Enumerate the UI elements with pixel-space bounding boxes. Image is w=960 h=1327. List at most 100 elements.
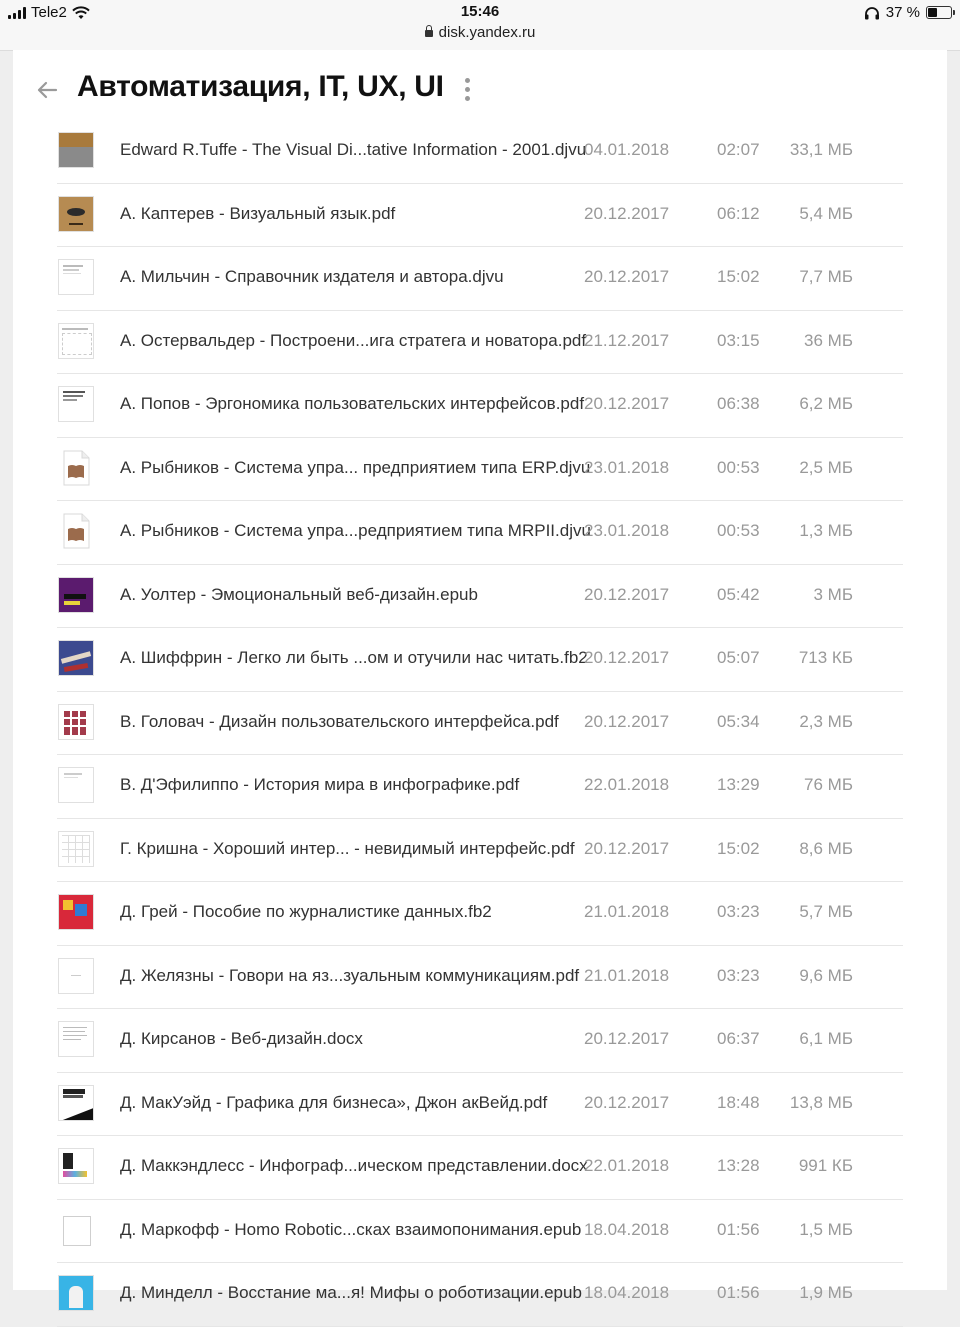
file-time: 06:38 [717,394,760,413]
file-row[interactable]: Г. Кришна - Хороший интер... - невидимый… [57,819,903,882]
battery-level [928,8,937,17]
file-row[interactable]: Д. Грей - Пособие по журналистике данных… [57,882,903,946]
folder-view: Автоматизация, IT, UX, UI Edward R.Tuffe… [13,50,947,1327]
file-time: 13:29 [717,775,760,794]
status-right: 37 % [864,4,955,21]
book-cover-icon [58,894,94,930]
book-file-icon [58,449,94,486]
more-options-icon[interactable] [459,78,475,104]
document-page-icon [58,1021,94,1057]
book-cover-icon [58,1084,94,1121]
file-name: А. Рыбников - Система упра... предприяти… [120,457,591,477]
file-row[interactable]: А. Рыбников - Система упра...редприятием… [57,501,903,565]
file-size: 991 КБ [798,1156,853,1175]
file-size: 6,2 МБ [799,394,853,413]
file-name: А. Рыбников - Система упра...редприятием… [120,521,591,540]
file-time: 18:48 [717,1092,760,1112]
battery-percent: 37 % [885,4,920,21]
file-name: А. Попов - Эргономика пользовательских и… [120,394,585,413]
file-date: 18.04.2018 [584,1219,670,1239]
file-date: 21.12.2017 [584,330,670,350]
file-size: 713 КБ [798,648,853,667]
document-page-icon [58,830,94,867]
book-cover-icon [58,703,94,740]
document-page-icon [58,259,94,295]
file-size: 76 МБ [804,775,853,794]
file-size: 33,1 МБ [789,140,853,159]
file-row[interactable]: Д. Маркофф - Homo Robotic...сках взаимоп… [57,1200,903,1263]
file-time: 03:15 [717,330,760,350]
document-page-icon [58,386,94,422]
page-title: Автоматизация, IT, UX, UI [77,70,444,103]
file-size: 1,5 МБ [799,1219,853,1239]
file-name: В. Д'Эфилиппо - История мира в инфографи… [120,775,520,794]
file-date: 20.12.2017 [584,203,670,223]
file-time: 02:07 [717,140,760,159]
file-date: 20.12.2017 [584,711,670,731]
file-name: А. Мильчин - Справочник издателя и автор… [120,267,504,286]
file-time: 13:28 [717,1156,760,1175]
file-row[interactable]: А. Рыбников - Система упра... предприяти… [57,438,903,501]
file-time: 05:07 [717,648,760,667]
file-size: 2,3 МБ [799,711,853,731]
file-name: А. Каптерев - Визуальный язык.pdf [120,203,396,223]
file-row[interactable]: Д. Маккэндлесс - Инфограф...ическом пред… [57,1136,903,1200]
file-size: 5,7 МБ [799,902,853,921]
document-page-icon [58,957,94,994]
address-bar[interactable]: disk.yandex.ru [0,24,960,41]
file-date: 20.12.2017 [584,1092,670,1112]
file-date: 22.01.2018 [584,775,670,794]
file-row[interactable]: Д. Минделл - Восстание ма...я! Мифы о ро… [57,1263,903,1327]
file-size: 1,3 МБ [799,521,853,540]
file-name: А. Уолтер - Эмоциональный веб-дизайн.epu… [120,584,478,604]
file-time: 03:23 [717,902,760,921]
file-date: 23.01.2018 [584,457,670,477]
file-time: 05:42 [717,584,760,604]
back-arrow-icon[interactable] [35,78,59,102]
file-time: 15:02 [717,838,760,858]
headphones-icon [864,6,879,19]
file-row[interactable]: Д. Кирсанов - Веб-дизайн.docx 20.12.2017 0… [57,1009,903,1073]
file-date: 20.12.2017 [584,648,670,667]
status-bar: Tele2 15:46 disk.yandex.ru 37 % [0,0,960,51]
battery-icon [926,6,955,19]
file-time: 00:53 [717,521,760,540]
file-time: 01:56 [717,1283,760,1302]
file-row[interactable]: Edward R.Tuffe - The Visual Di...tative … [57,120,903,184]
book-cover-icon [58,1275,94,1311]
file-date: 20.12.2017 [584,1029,670,1048]
file-date: 23.01.2018 [584,521,670,540]
file-size: 3 МБ [813,584,854,604]
folder-header: Автоматизация, IT, UX, UI [13,50,947,130]
file-row[interactable]: А. Мильчин - Справочник издателя и автор… [57,247,903,311]
file-size: 36 МБ [804,330,853,350]
file-row[interactable]: В. Головач - Дизайн пользовательского ин… [57,692,903,755]
file-date: 20.12.2017 [584,584,670,604]
file-date: 18.04.2018 [584,1283,670,1302]
file-time: 01:56 [717,1219,760,1239]
document-page-icon [58,322,94,359]
file-size: 2,5 МБ [799,457,853,477]
file-name: Д. Маркофф - Homo Robotic...сках взаимоп… [120,1219,582,1239]
file-name: Д. Желязны - Говори на яз...зуальным ком… [120,965,580,985]
file-row[interactable]: А. Шиффрин - Легко ли быть ...ом и отучи… [57,628,903,692]
file-date: 20.12.2017 [584,267,670,286]
file-name: А. Шиффрин - Легко ли быть ...ом и отучи… [120,648,588,667]
file-name: Д. Кирсанов - Веб-дизайн.docx [120,1029,363,1048]
file-row[interactable]: Д. МакУэйд - Графика для бизнеса», Джон … [57,1073,903,1136]
file-name: Д. МакУэйд - Графика для бизнеса», Джон … [120,1092,548,1112]
file-row[interactable]: Д. Желязны - Говори на яз...зуальным ком… [57,946,903,1009]
file-row[interactable]: А. Каптерев - Визуальный язык.pdf 20.12.2… [57,184,903,247]
document-page-icon [58,1148,94,1184]
file-row[interactable]: А. Уолтер - Эмоциональный веб-дизайн.epu… [57,565,903,628]
file-time: 06:12 [717,203,760,223]
file-name: Г. Кришна - Хороший интер... - невидимый… [120,838,575,858]
file-time: 06:37 [717,1029,760,1048]
file-row[interactable]: А. Попов - Эргономика пользовательских и… [57,374,903,438]
file-size: 1,9 МБ [799,1283,853,1302]
url-text: disk.yandex.ru [438,24,536,41]
lock-icon [424,25,433,37]
file-size: 6,1 МБ [799,1029,853,1048]
file-row[interactable]: А. Остервальдер - Построени...ига страте… [57,311,903,374]
file-row[interactable]: В. Д'Эфилиппо - История мира в инфографи… [57,755,903,819]
